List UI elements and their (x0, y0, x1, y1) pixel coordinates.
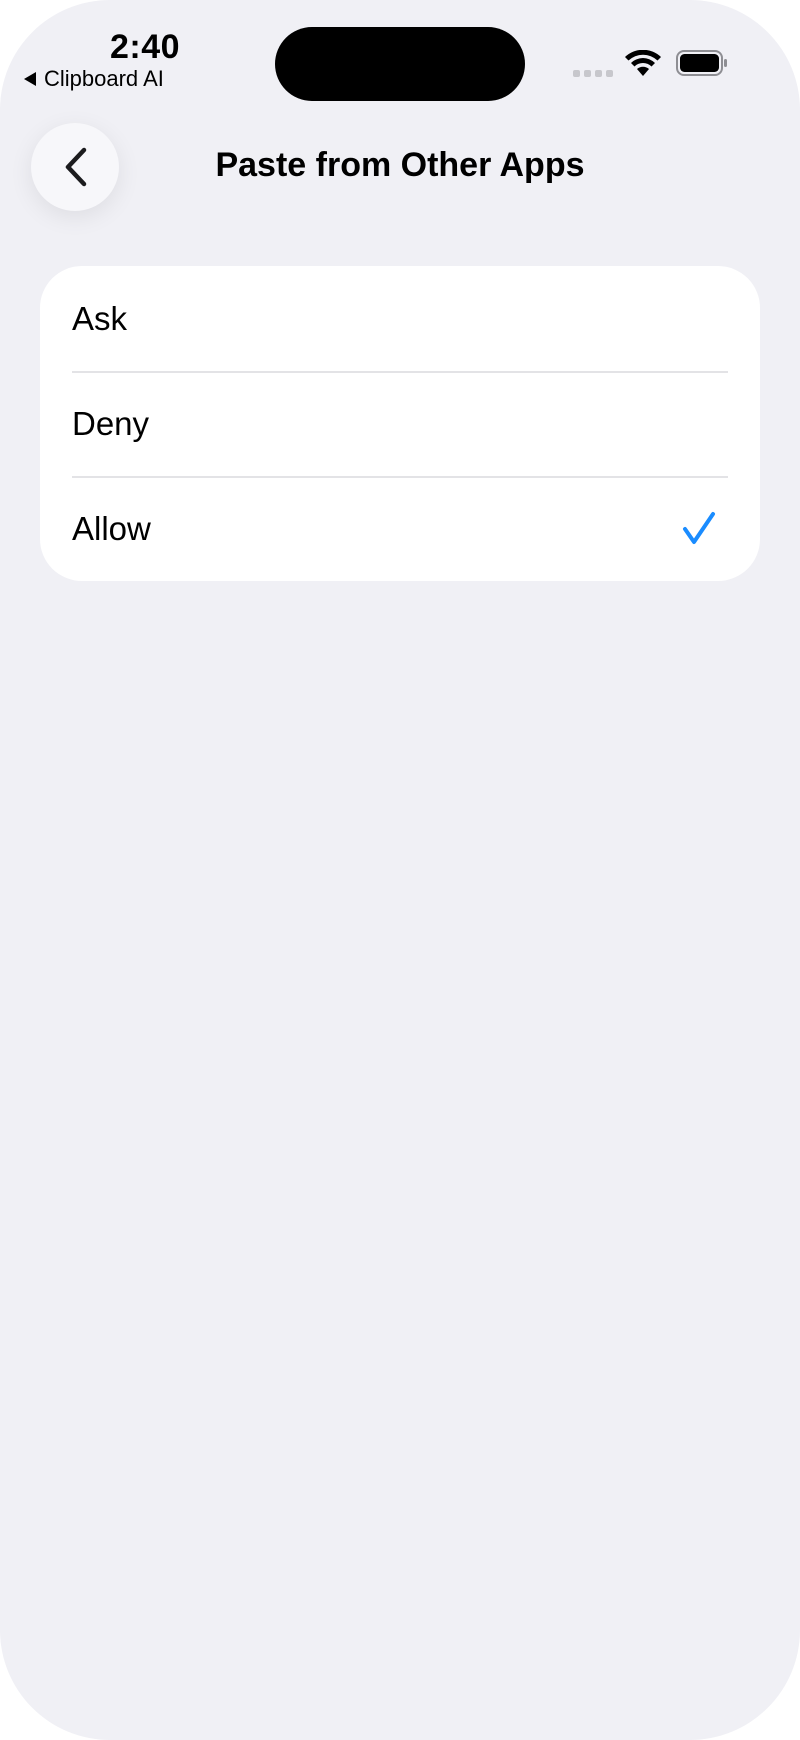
checkmark-icon (683, 512, 715, 544)
option-ask[interactable]: Ask (40, 266, 760, 371)
option-allow[interactable]: Allow (40, 476, 760, 581)
cellular-signal-icon (573, 70, 613, 77)
option-deny[interactable]: Deny (40, 371, 760, 476)
back-to-app-link[interactable]: Clipboard AI (24, 66, 164, 92)
dynamic-island (275, 27, 525, 101)
page-title: Paste from Other Apps (215, 146, 585, 184)
option-label: Deny (72, 404, 150, 442)
option-label: Ask (72, 299, 128, 337)
battery-icon (676, 50, 727, 76)
back-app-label: Clipboard AI (44, 66, 164, 91)
screen: 2:40 Clipboard AI Paste from Other Apps … (0, 0, 800, 1740)
options-list: Ask Deny Allow (40, 266, 760, 581)
status-time: 2:40 (110, 28, 181, 66)
back-triangle-icon (24, 72, 36, 86)
option-label: Allow (72, 509, 151, 547)
wifi-icon (625, 50, 661, 76)
